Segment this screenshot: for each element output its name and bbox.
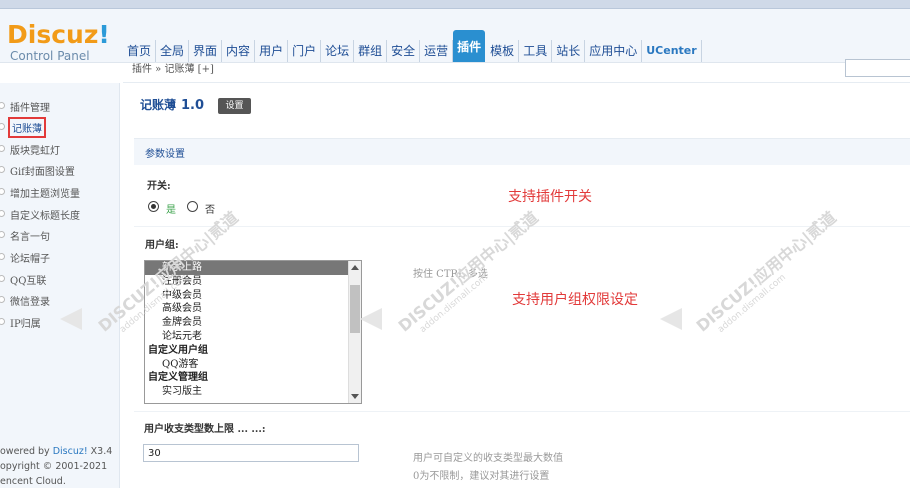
bullet-icon: [0, 145, 5, 152]
footer-powered: owered by: [0, 446, 53, 457]
nav-global[interactable]: 全局: [156, 40, 190, 62]
page-title: 记账薄 1.0: [140, 96, 204, 113]
search-input[interactable]: [845, 59, 910, 77]
bullet-icon: [0, 231, 5, 238]
settings-button[interactable]: 设置: [218, 98, 251, 114]
usergroup-option[interactable]: QQ游客: [145, 358, 349, 372]
bullet-icon: [0, 275, 5, 282]
nav-groups[interactable]: 群组: [354, 40, 388, 62]
sidebar-item-ledger[interactable]: 记账薄: [0, 117, 119, 138]
row-divider: [134, 411, 910, 412]
sidebar-item-qq-connect[interactable]: QQ互联: [0, 271, 119, 289]
logo-brand: Discuz: [7, 20, 99, 49]
limit-label: 用户收支类型数上限 ... ...:: [144, 424, 266, 435]
breadcrumb: 插件 » 记账薄 [+]: [123, 63, 910, 83]
footer-discuz-link[interactable]: Discuz!: [53, 446, 88, 457]
scroll-thumb[interactable]: [350, 285, 360, 333]
admin-header: Discuz! Control Panel 首页 全局 界面 内容 用户 门户 …: [0, 9, 910, 63]
footer-version: X3.4: [87, 446, 113, 457]
bullet-icon: [0, 188, 5, 195]
switch-label: 开关:: [147, 181, 171, 192]
discuz-logo[interactable]: Discuz! Control Panel: [7, 21, 117, 63]
sidebar-item-hat[interactable]: 论坛帽子: [0, 249, 119, 267]
sidebar-item-views[interactable]: 增加主题浏览量: [0, 184, 119, 202]
nav-interface[interactable]: 界面: [189, 40, 223, 62]
plugin-name: 记账薄: [140, 98, 177, 112]
row-divider: [134, 226, 910, 227]
sidebar-item-gif-cover[interactable]: Gif封面图设置: [0, 162, 119, 180]
footer-copyright: owered by Discuz! X3.4 opyright © 2001-2…: [0, 444, 119, 489]
nav-ucenter[interactable]: UCenter: [642, 40, 702, 62]
bullet-icon: [0, 102, 5, 109]
main-content: 记账薄 1.0 设置 参数设置 开关: 是 否 支持插件开关 用户组: 新手上路注…: [123, 83, 910, 488]
limit-tip-2: 0为不限制，建议对其进行设置: [413, 471, 550, 482]
nav-plugins[interactable]: 插件: [453, 30, 486, 62]
usergroup-optgroup: 自定义用户组: [148, 344, 208, 356]
usergroup-option[interactable]: 注册会员: [145, 275, 349, 289]
annotation-usergroup: 支持用户组权限设定: [512, 292, 638, 308]
usergroup-option[interactable]: 中级会员: [145, 289, 349, 303]
switch-no-radio[interactable]: [187, 201, 198, 212]
nav-home[interactable]: 首页: [123, 40, 157, 62]
sidebar: 插件管理 记账薄 版块霓虹灯 Gif封面图设置 增加主题浏览量 自定义标题长度 …: [0, 83, 120, 488]
logo-subtitle: Control Panel: [10, 49, 90, 63]
limit-tip-1: 用户可自定义的收支类型最大数值: [413, 453, 563, 464]
listbox-scrollbar[interactable]: [348, 261, 361, 403]
footer-company: encent Cloud.: [0, 476, 66, 487]
logo-bang: !: [98, 20, 110, 49]
sidebar-item-title-length[interactable]: 自定义标题长度: [0, 206, 119, 224]
bullet-icon: [0, 166, 5, 173]
sidebar-item-ip-location[interactable]: IP归属: [0, 314, 119, 332]
usergroup-multiselect[interactable]: 新手上路 注册会员 中级会员 高级会员 金牌会员 论坛元老 自定义用户组 QQ游客 自定义管理组…: [144, 260, 362, 404]
switch-yes-radio[interactable]: [148, 201, 159, 212]
window-top-strip: [0, 0, 910, 9]
annotation-switch: 支持插件开关: [508, 189, 592, 205]
bullet-icon: [0, 253, 5, 260]
bullet-icon: [0, 318, 5, 325]
bullet-icon: [0, 296, 5, 303]
scroll-down-icon[interactable]: [351, 394, 359, 399]
usergroup-optgroup: 自定义管理组: [148, 372, 208, 384]
section-header: 参数设置: [134, 138, 910, 165]
nav-content[interactable]: 内容: [222, 40, 256, 62]
breadcrumb-add-link[interactable]: [+]: [198, 64, 214, 75]
sidebar-item-plugin-manage[interactable]: 插件管理: [0, 98, 119, 116]
sidebar-item-wechat-login[interactable]: 微信登录: [0, 292, 119, 310]
section-title: 参数设置: [145, 149, 185, 160]
plugin-version: 1.0: [181, 98, 205, 113]
bullet-icon: [0, 123, 5, 130]
nav-users[interactable]: 用户: [255, 40, 289, 62]
usergroup-option[interactable]: 高级会员: [145, 302, 349, 316]
scroll-up-icon[interactable]: [351, 265, 359, 270]
bullet-icon: [0, 210, 5, 217]
nav-security[interactable]: 安全: [387, 40, 421, 62]
usergroup-label: 用户组:: [145, 240, 179, 251]
usergroup-option[interactable]: 新手上路: [145, 261, 349, 275]
nav-tools[interactable]: 工具: [519, 40, 553, 62]
footer-copyright-line: opyright © 2001-2021: [0, 461, 108, 472]
sidebar-item-quote[interactable]: 名言一句: [0, 227, 119, 245]
switch-no-label[interactable]: 否: [205, 201, 215, 216]
nav-portal[interactable]: 门户: [288, 40, 322, 62]
usergroup-tip: 按住 CTRL 多选: [413, 269, 488, 280]
usergroup-options: 新手上路 注册会员 中级会员 高级会员 金牌会员 论坛元老 自定义用户组 QQ游客 自定义管理组…: [145, 261, 349, 399]
switch-yes-label[interactable]: 是: [166, 201, 176, 216]
nav-app-center[interactable]: 应用中心: [585, 40, 643, 62]
usergroup-option[interactable]: 论坛元老: [145, 330, 349, 344]
nav-templates[interactable]: 模板: [486, 40, 520, 62]
nav-operations[interactable]: 运营: [420, 40, 454, 62]
nav-forum[interactable]: 论坛: [321, 40, 355, 62]
nav-webmaster[interactable]: 站长: [552, 40, 586, 62]
limit-input[interactable]: 30: [143, 444, 359, 462]
sidebar-item-neon[interactable]: 版块霓虹灯: [0, 141, 119, 159]
breadcrumb-path[interactable]: 插件 » 记账薄: [132, 64, 194, 75]
usergroup-option[interactable]: 实习版主: [145, 385, 349, 399]
top-nav: 首页 全局 界面 内容 用户 门户 论坛 群组 安全 运营 插件 模板 工具 站…: [123, 28, 702, 62]
usergroup-option[interactable]: 金牌会员: [145, 316, 349, 330]
